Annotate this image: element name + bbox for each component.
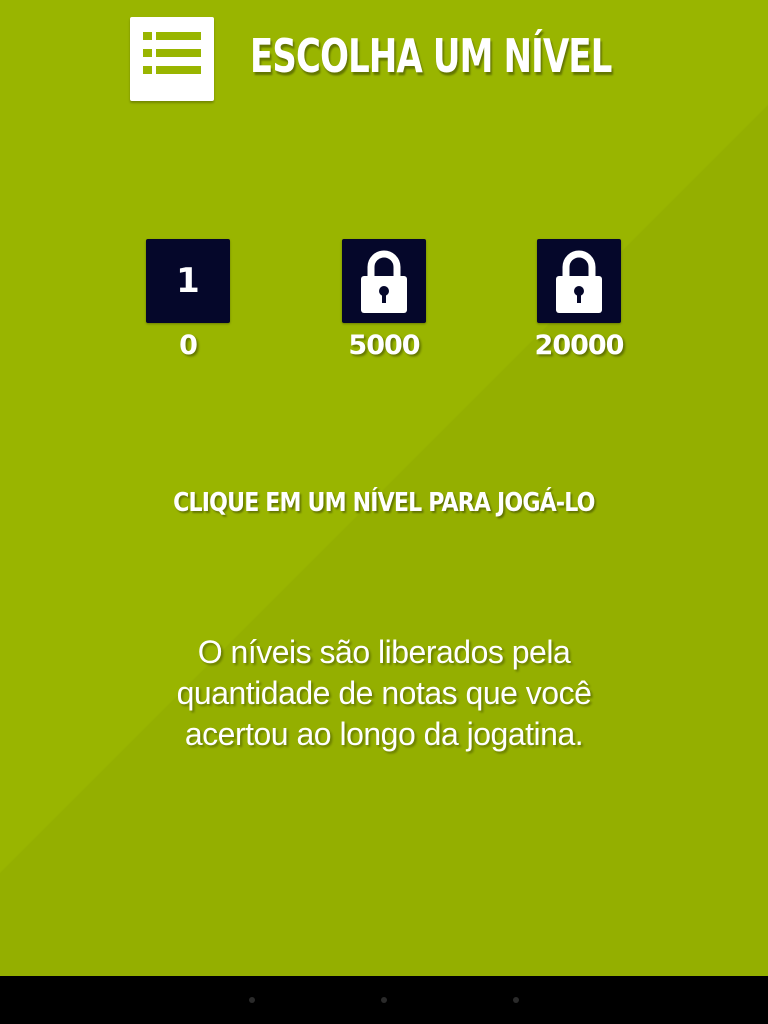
level-2-score: 5000 bbox=[348, 330, 420, 361]
level-3[interactable]: 20000 bbox=[509, 239, 649, 363]
nav-back-button[interactable] bbox=[249, 997, 255, 1003]
level-3-button[interactable] bbox=[537, 239, 621, 323]
level-1[interactable]: 1 0 bbox=[118, 239, 258, 363]
instruction-label: CLIQUE EM UM NÍVEL PARA JOGÁ-LO bbox=[173, 488, 595, 518]
level-3-score: 20000 bbox=[534, 330, 625, 361]
nav-recents-button[interactable] bbox=[513, 997, 519, 1003]
info-text: O níveis são liberados pela quantidade d… bbox=[176, 634, 592, 752]
system-nav-bar bbox=[0, 976, 768, 1024]
page-title: ESCOLHA UM NÍVEL bbox=[250, 29, 612, 83]
instruction-text: CLIQUE EM UM NÍVEL PARA JOGÁ-LO bbox=[0, 485, 768, 521]
level-1-button[interactable]: 1 bbox=[146, 239, 230, 323]
lock-icon bbox=[556, 250, 602, 313]
level-2[interactable]: 5000 bbox=[314, 239, 454, 363]
level-number: 1 bbox=[176, 261, 200, 301]
list-icon bbox=[143, 32, 201, 74]
nav-home-button[interactable] bbox=[381, 997, 387, 1003]
lock-icon bbox=[361, 250, 407, 313]
level-1-score: 0 bbox=[179, 330, 198, 361]
level-2-button[interactable] bbox=[342, 239, 426, 323]
menu-button[interactable] bbox=[130, 17, 214, 101]
